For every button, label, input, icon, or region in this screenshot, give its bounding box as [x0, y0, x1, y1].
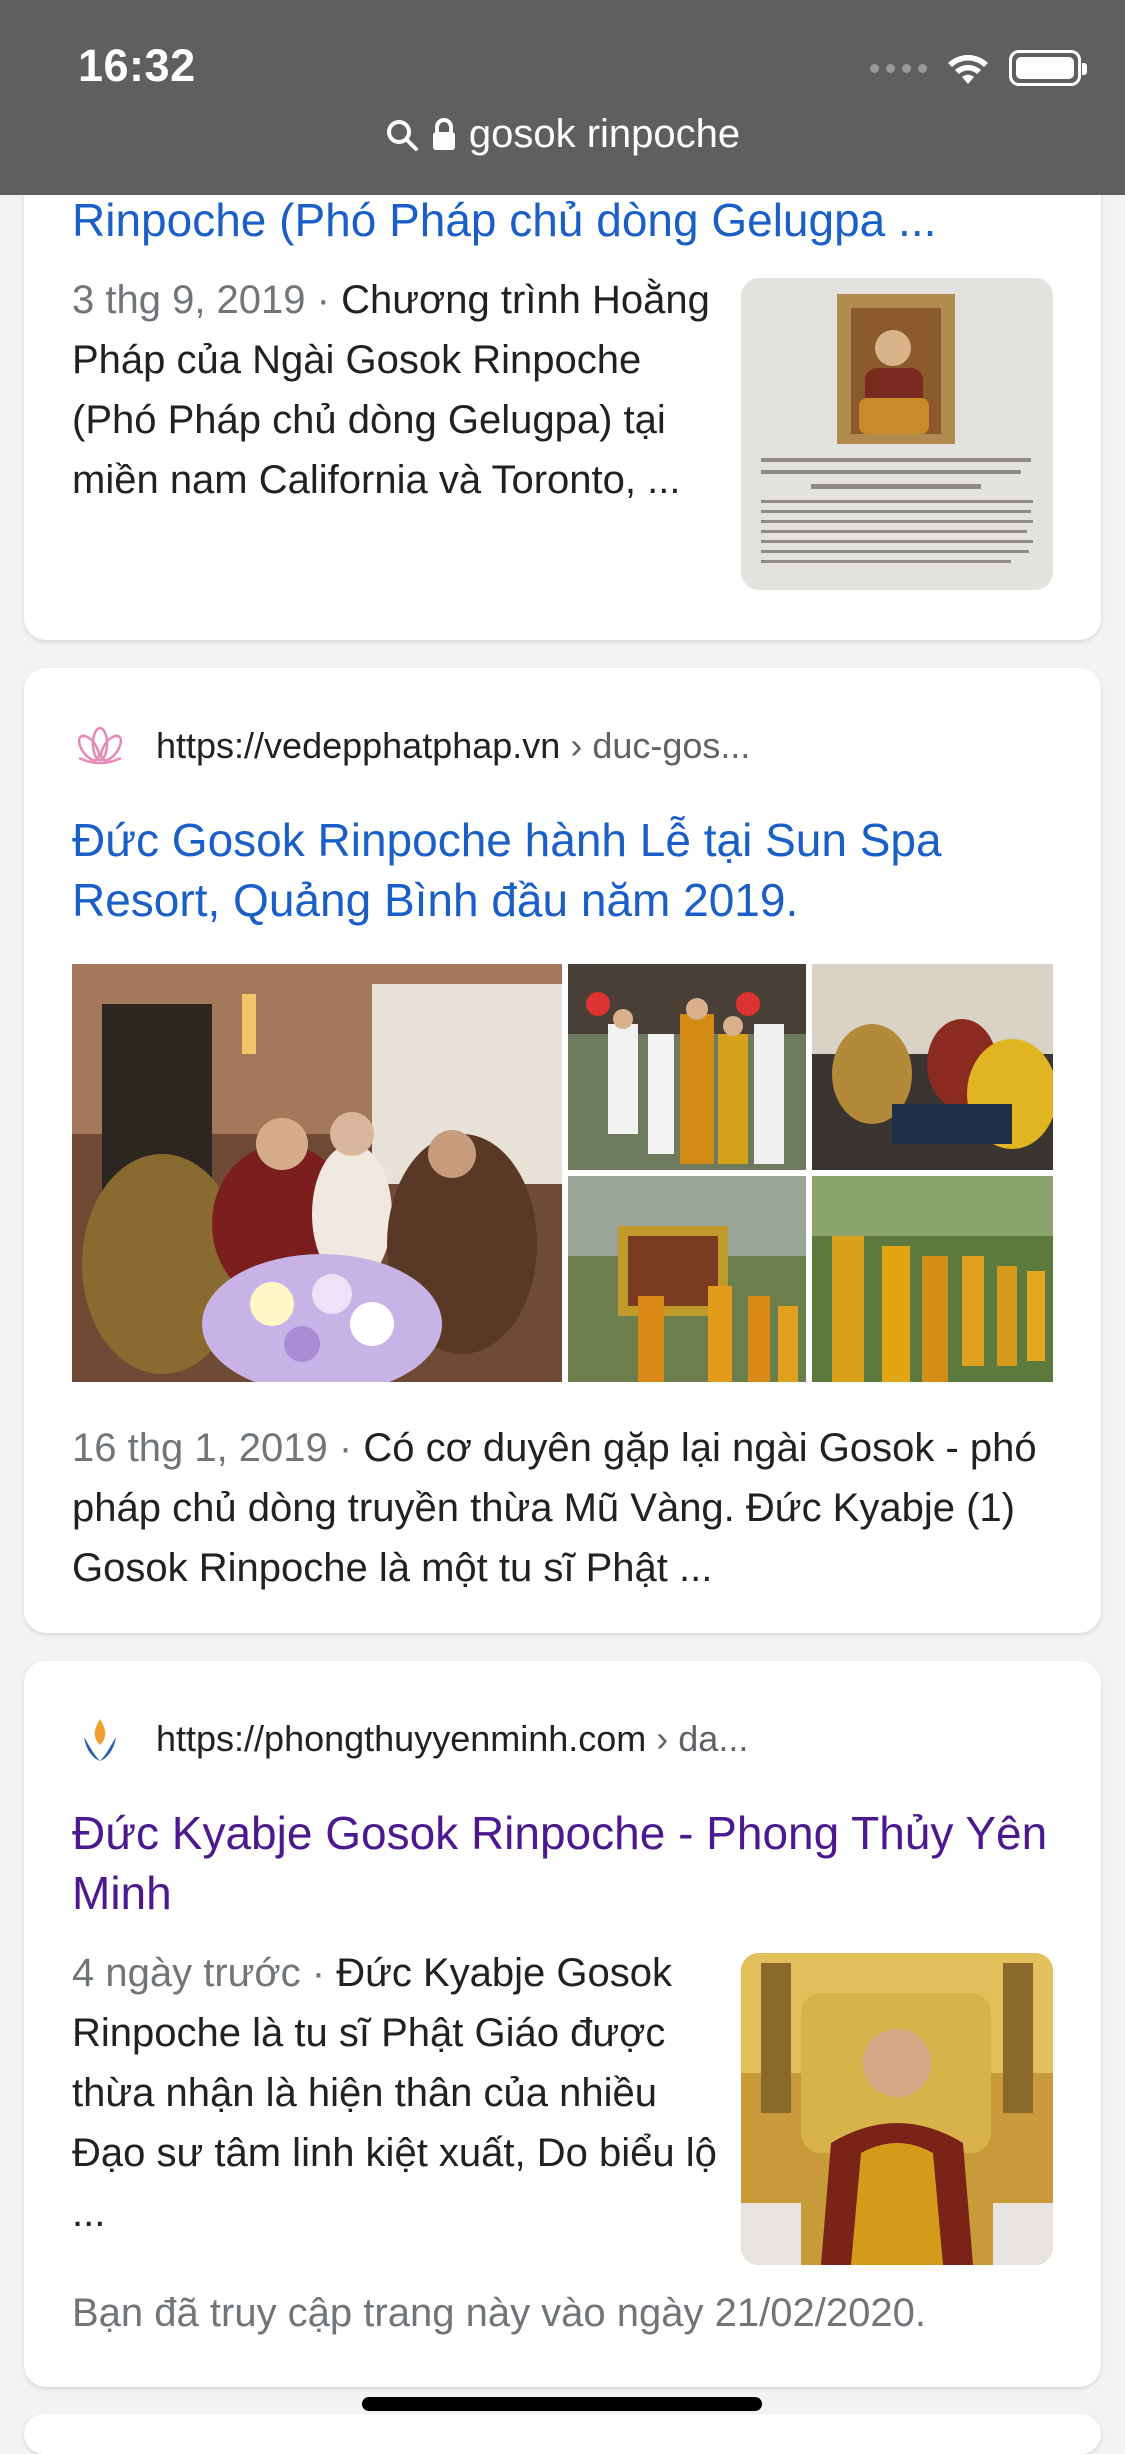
status-time: 16:32 — [78, 40, 196, 91]
result-photo-4[interactable] — [568, 1176, 806, 1382]
result-snippet: 3 thg 9, 2019 · Chương trình Hoằng Pháp … — [72, 278, 710, 502]
result-source-row[interactable]: https://vedepphatphap.vn › duc-gos... — [72, 718, 750, 774]
result-thumbnail[interactable] — [741, 278, 1053, 590]
search-result-card: https://vedepphatphap.vn › duc-gos... Đứ… — [24, 668, 1101, 1633]
search-icon — [386, 119, 418, 151]
result-url: https://phongthuyyenminh.com — [156, 1718, 647, 1759]
result-photo-main[interactable] — [72, 964, 562, 1382]
result-date: 3 thg 9, 2019 — [72, 278, 306, 322]
lotus-favicon-icon — [72, 718, 128, 774]
search-result-card-next — [24, 2414, 1101, 2454]
status-icons — [870, 50, 1087, 86]
result-date: 4 ngày trước — [72, 1951, 301, 1995]
result-photo-2[interactable] — [568, 964, 806, 1170]
result-photo-5[interactable] — [812, 1176, 1053, 1382]
result-breadcrumb: › da... — [646, 1718, 749, 1759]
result-title-link[interactable]: Đức Gosok Rinpoche hành Lễ tại Sun Spa R… — [72, 810, 1053, 930]
result-photo-3[interactable] — [812, 964, 1053, 1170]
battery-icon — [1009, 50, 1087, 86]
address-bar-query: gosok rinpoche — [468, 112, 741, 156]
search-result-card: Rinpoche (Phó Pháp chủ dòng Gelugpa ... … — [24, 130, 1101, 640]
result-title-link[interactable]: Đức Kyabje Gosok Rinpoche - Phong Thủy Y… — [72, 1803, 1053, 1923]
result-url: https://vedepphatphap.vn — [156, 725, 561, 766]
result-thumbnail[interactable] — [741, 1953, 1053, 2265]
monk-portrait-image — [741, 1953, 1053, 2265]
visited-note: Bạn đã truy cập trang này vào ngày 21/02… — [72, 2291, 926, 2335]
browser-top-bar: 16:32 gosok rinpoche — [0, 0, 1125, 195]
cellular-signal-icon — [870, 63, 927, 73]
result-date: 16 thg 1, 2019 — [72, 1426, 328, 1470]
document-photo-image — [741, 278, 1053, 590]
result-snippet: 16 thg 1, 2019 · Có cơ duyên gặp lại ngà… — [72, 1426, 1037, 1590]
flame-favicon-icon — [72, 1711, 128, 1767]
result-snippet: 4 ngày trước · Đức Kyabje Gosok Rinpoche… — [72, 1951, 717, 2235]
result-title-link[interactable]: Rinpoche (Phó Pháp chủ dòng Gelugpa ... — [72, 190, 1053, 250]
search-result-card: https://phongthuyyenminh.com › da... Đức… — [24, 1661, 1101, 2387]
result-breadcrumb: › duc-gos... — [560, 725, 751, 766]
wifi-icon — [948, 55, 988, 84]
result-source-row[interactable]: https://phongthuyyenminh.com › da... — [72, 1711, 748, 1767]
address-bar[interactable]: gosok rinpoche — [0, 112, 1125, 157]
home-indicator[interactable] — [362, 2397, 762, 2411]
lock-icon — [432, 117, 455, 150]
